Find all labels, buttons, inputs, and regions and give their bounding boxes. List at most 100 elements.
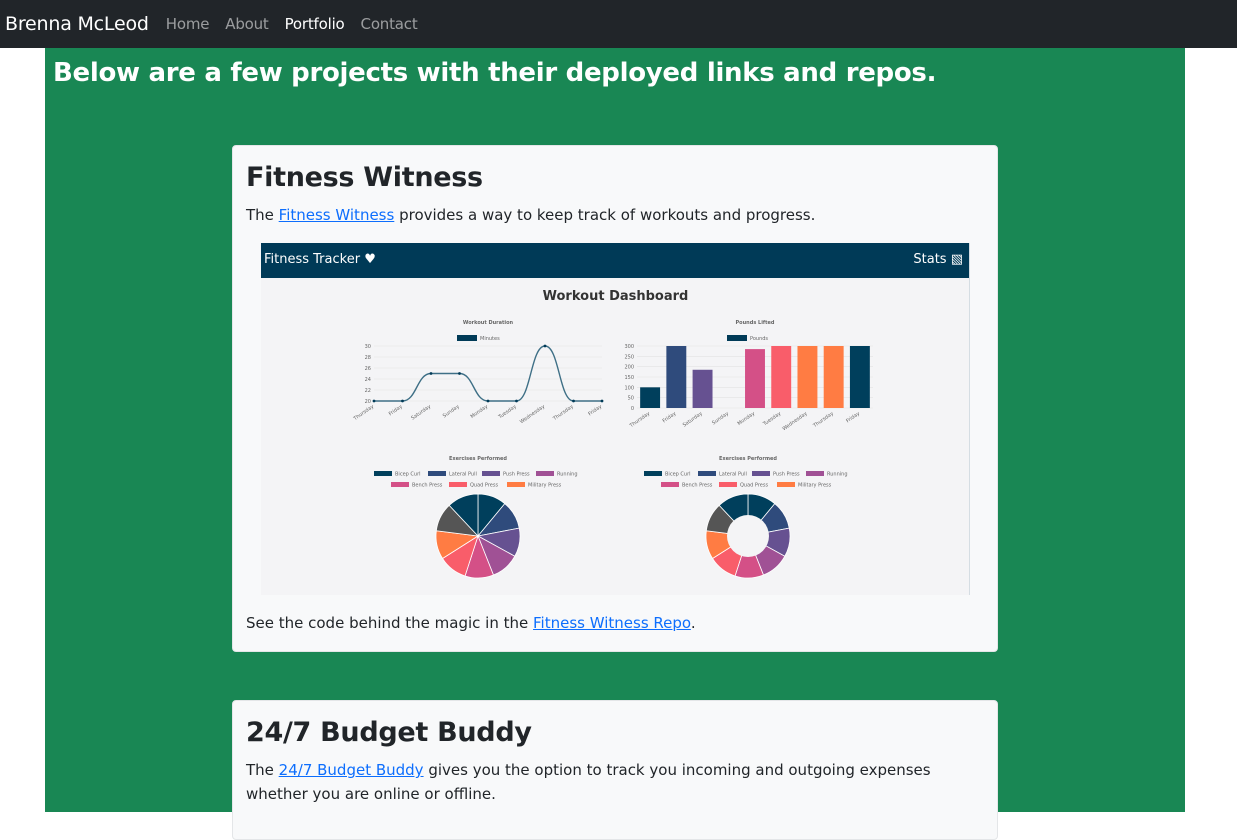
project-repo-link[interactable]: Fitness Witness Repo xyxy=(533,614,691,632)
bar-ytick-label: 250 xyxy=(624,354,634,360)
pie-legend-label: Military Press xyxy=(528,483,562,489)
bar-xtick-label: Monday xyxy=(737,411,757,427)
nav-link-home[interactable]: Home xyxy=(166,15,210,33)
project-title: 24/7 Budget Buddy xyxy=(246,717,532,748)
bar-pounds-1 xyxy=(666,346,687,408)
bar-xtick-label: Thursday xyxy=(628,411,651,430)
description-prefix: The xyxy=(246,761,279,779)
pie-legend-label: Bench Press xyxy=(682,483,713,489)
pie-legend-swatch xyxy=(428,471,446,476)
pie-chart-title-1: Exercises Performed xyxy=(719,456,777,462)
project-description: The 24/7 Budget Buddy gives you the opti… xyxy=(246,758,986,806)
line-chart-title: Workout Duration xyxy=(463,320,514,326)
line-legend-label: Minutes xyxy=(480,336,500,342)
bar-xtick-label: Friday xyxy=(662,411,678,425)
bar-xtick-label: Saturday xyxy=(682,411,704,429)
nav-link-about[interactable]: About xyxy=(225,15,269,33)
line-point xyxy=(372,399,376,403)
line-point xyxy=(429,372,433,375)
bar-ytick-label: 0 xyxy=(631,406,634,412)
line-point xyxy=(543,344,547,348)
pie-legend-label: Bicep Curl xyxy=(395,472,421,478)
project-description: The Fitness Witness provides a way to ke… xyxy=(246,203,986,227)
nav-links: Home About Portfolio Contact xyxy=(166,15,434,33)
project-card-budget-buddy: 24/7 Budget Buddy The 24/7 Budget Buddy … xyxy=(232,700,998,840)
pie-legend-swatch xyxy=(482,471,500,476)
bar-ytick-label: 150 xyxy=(624,375,634,381)
bar-ytick-label: 200 xyxy=(624,365,634,371)
bar-pounds-4 xyxy=(745,349,765,408)
portfolio-section: Below are a few projects with their depl… xyxy=(45,48,1185,840)
bar-xtick-label: Sunday xyxy=(711,411,730,427)
bar-xtick-label: Thursday xyxy=(812,411,835,430)
pie-legend-swatch xyxy=(391,482,409,487)
line-xtick-label: Tuesday xyxy=(497,404,518,421)
line-series-minutes xyxy=(373,345,602,402)
bar-pounds-5 xyxy=(771,346,792,408)
pie-legend-swatch xyxy=(777,482,795,487)
line-point xyxy=(486,399,490,403)
pie-legend-label: Running xyxy=(827,472,848,478)
pie-legend-swatch xyxy=(536,471,554,476)
bar-ytick-label: 300 xyxy=(624,344,634,350)
nav-link-contact[interactable]: Contact xyxy=(361,15,418,33)
nav-link-portfolio[interactable]: Portfolio xyxy=(285,15,345,33)
line-ytick-label: 22 xyxy=(365,388,371,394)
pie-legend-swatch xyxy=(719,482,737,487)
line-point xyxy=(600,399,604,403)
pie-legend-label: Lateral Pull xyxy=(449,472,477,478)
pie-legend-label: Push Press xyxy=(503,472,530,478)
project-title: Fitness Witness xyxy=(246,162,483,193)
line-xtick-label: Friday xyxy=(587,404,603,418)
line-point xyxy=(515,399,518,403)
pie-legend-swatch xyxy=(507,482,525,487)
line-xtick-label: Sunday xyxy=(442,404,461,420)
pie-legend-swatch xyxy=(752,471,770,476)
pie-legend-swatch xyxy=(806,471,824,476)
project-deployed-link[interactable]: 24/7 Budget Buddy xyxy=(279,761,424,779)
pie-legend-label: Lateral Pull xyxy=(719,472,747,478)
pie-legend-swatch xyxy=(449,482,467,487)
navbar-brand[interactable]: Brenna McLeod xyxy=(5,13,149,35)
line-ytick-label: 24 xyxy=(365,377,371,383)
pie-legend-swatch xyxy=(698,471,716,476)
line-ytick-label: 30 xyxy=(365,344,371,350)
repo-prefix: See the code behind the magic in the xyxy=(246,614,534,632)
bar-xtick-label: Tuesday xyxy=(761,411,782,428)
bar-pounds-0 xyxy=(640,387,661,408)
line-ytick-label: 26 xyxy=(365,366,371,372)
line-xtick-label: Saturday xyxy=(410,404,432,422)
bar-ytick-label: 50 xyxy=(628,396,634,402)
pie-legend-swatch xyxy=(644,471,662,476)
bar-xtick-label: Friday xyxy=(845,411,861,425)
line-xtick-label: Thursday xyxy=(551,404,574,423)
pie-legend-label: Quad Press xyxy=(470,483,498,489)
project-screenshot: Fitness Tracker ♥ Stats ▧ Workout Dashbo… xyxy=(261,243,970,595)
pie-legend-swatch xyxy=(661,482,679,487)
pie-legend-label: Quad Press xyxy=(740,483,768,489)
pie-legend-label: Military Press xyxy=(798,483,832,489)
description-suffix: provides a way to keep track of workouts… xyxy=(394,206,816,224)
bar-ytick-label: 100 xyxy=(624,385,634,391)
line-point xyxy=(458,372,461,375)
bar-pounds-8 xyxy=(849,346,870,408)
pie-legend-label: Push Press xyxy=(773,472,800,478)
line-xtick-label: Wednesday xyxy=(519,404,546,426)
line-ytick-label: 28 xyxy=(365,355,371,361)
pie-legend-label: Bicep Curl xyxy=(665,472,691,478)
line-xtick-label: Thursday xyxy=(352,404,375,423)
repo-suffix: . xyxy=(690,614,696,632)
pie-legend-label: Bench Press xyxy=(412,483,443,489)
pie-legend-swatch xyxy=(374,471,392,476)
bar-pounds-6 xyxy=(797,346,818,408)
donut-hole xyxy=(727,515,769,557)
bar-legend-label: Pounds xyxy=(750,336,768,342)
bar-chart-title: Pounds Lifted xyxy=(736,320,775,326)
top-navbar: Brenna McLeod Home About Portfolio Conta… xyxy=(0,0,1237,48)
project-deployed-link[interactable]: Fitness Witness xyxy=(279,206,395,224)
bar-pounds-7 xyxy=(823,346,844,408)
bar-xtick-label: Wednesday xyxy=(781,411,808,433)
line-point xyxy=(572,399,575,403)
project-repo-text: See the code behind the magic in the Fit… xyxy=(246,611,986,635)
description-prefix: The xyxy=(246,206,279,224)
